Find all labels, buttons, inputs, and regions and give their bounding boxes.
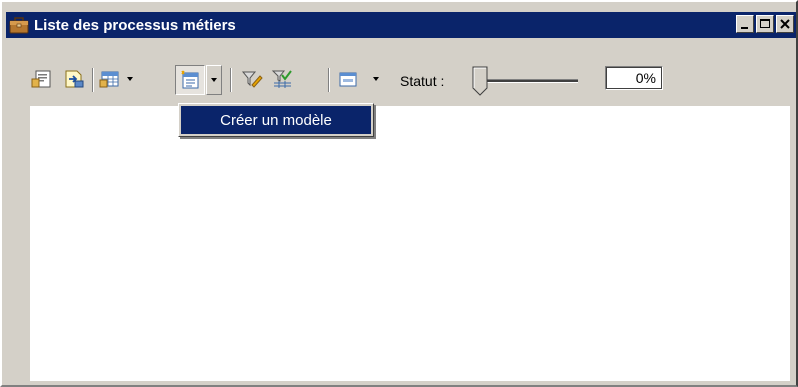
status-slider-thumb[interactable]: [472, 66, 488, 96]
briefcase-icon: [8, 15, 30, 35]
export-icon: [65, 70, 84, 88]
menu-item-create-model[interactable]: Créer un modèle: [181, 106, 371, 134]
window-title: Liste des processus métiers: [34, 16, 236, 34]
toolbar: Statut : 0%: [30, 64, 790, 96]
status-slider-track[interactable]: [482, 79, 578, 83]
table-icon: [99, 71, 119, 88]
new-model-dropdown-arrow[interactable]: [206, 65, 222, 95]
close-icon: [780, 19, 790, 29]
minimize-button[interactable]: [736, 15, 754, 33]
chevron-down-icon: [127, 77, 133, 81]
title-bar[interactable]: Liste des processus métiers: [6, 12, 796, 38]
filter-check-icon: [271, 70, 292, 88]
new-model-button[interactable]: [175, 65, 205, 95]
status-label: Statut :: [400, 73, 445, 89]
filter-edit-icon: [241, 71, 263, 88]
maximize-button[interactable]: [756, 15, 774, 33]
filter-edit-button[interactable]: [240, 67, 264, 91]
window-dropdown-arrow[interactable]: [370, 67, 382, 91]
chevron-down-icon: [373, 77, 379, 81]
window-icon: [339, 72, 357, 87]
toolbar-separator: [328, 68, 330, 92]
window: Liste des processus métiers Statut: 0% …: [0, 0, 798, 387]
new-model-icon: [181, 70, 199, 89]
filter-check-button[interactable]: [270, 67, 294, 91]
maximize-icon: [760, 19, 770, 28]
status-percent-field[interactable]: 0%: [605, 66, 663, 90]
chevron-down-icon: [211, 78, 217, 82]
properties-icon: [31, 70, 51, 88]
export-button[interactable]: [62, 67, 86, 91]
window-button[interactable]: [336, 67, 360, 91]
dropdown-menu: Créer un modèle: [178, 103, 374, 137]
content-area[interactable]: [30, 106, 790, 381]
toolbar-separator: [230, 68, 232, 92]
toolbar-separator: [92, 68, 94, 92]
close-button[interactable]: [776, 15, 794, 33]
properties-button[interactable]: [30, 67, 54, 91]
table-button[interactable]: [98, 67, 122, 91]
table-dropdown-arrow[interactable]: [124, 67, 136, 91]
minimize-icon: [741, 27, 748, 29]
